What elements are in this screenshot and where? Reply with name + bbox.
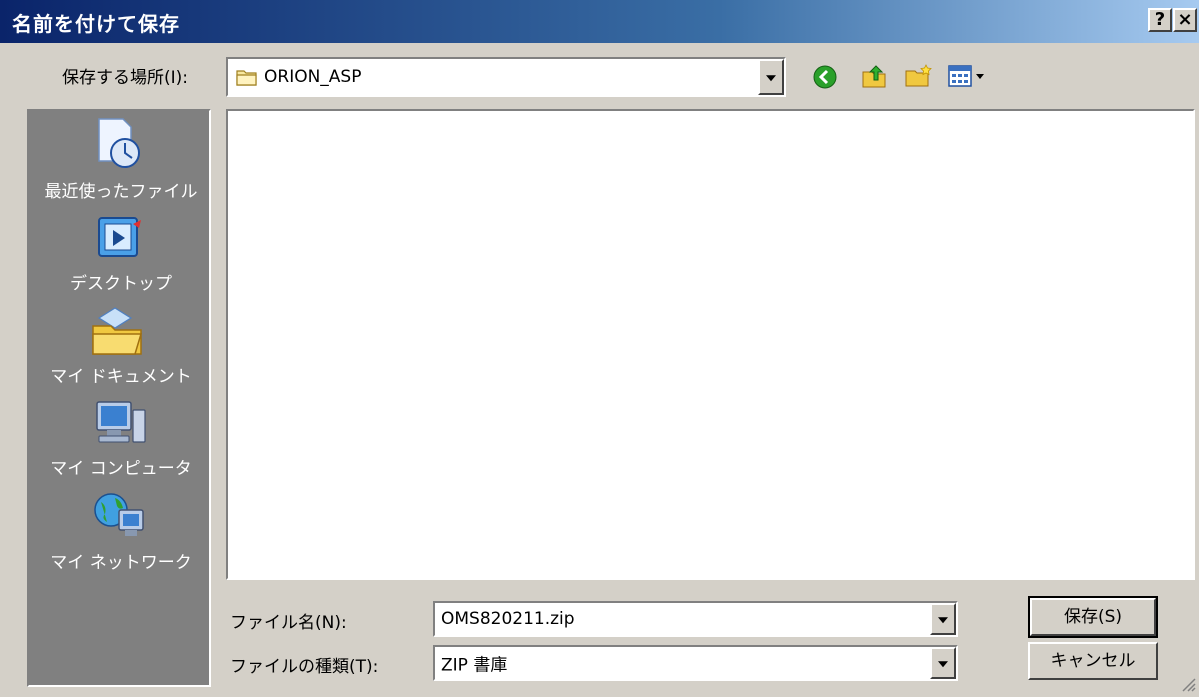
view-menu-icon[interactable] xyxy=(948,64,988,93)
save-button-face: 保存(S) xyxy=(1030,598,1156,636)
new-folder-icon[interactable] xyxy=(904,63,934,94)
filename-input[interactable]: OMS820211.zip xyxy=(441,609,575,629)
filetype-value: ZIP 書庫 xyxy=(441,655,508,676)
filetype-dropdown-button[interactable] xyxy=(930,647,956,679)
close-button[interactable]: × xyxy=(1173,8,1197,32)
filename-label-text: ファイル名(N): xyxy=(230,613,347,633)
location-dropdown-button[interactable] xyxy=(758,59,784,95)
place-label: マイ ネットワーク xyxy=(50,553,192,573)
place-label: デスクトップ xyxy=(70,274,172,294)
place-my-computer[interactable]: マイ コンピュータ xyxy=(29,390,213,482)
place-recent-files[interactable]: 最近使ったファイル xyxy=(29,111,213,206)
my-documents-icon xyxy=(89,304,149,365)
filetype-combo[interactable]: ZIP 書庫 xyxy=(433,645,958,681)
place-my-network[interactable]: マイ ネットワーク xyxy=(29,482,213,574)
places-bar: 最近使ったファイル デスクトップ マイ ドキュメント マイ コンピュータ マイ … xyxy=(27,109,211,687)
save-button[interactable]: 保存(S) xyxy=(1028,596,1158,638)
filetype-label-text: ファイルの種類(T): xyxy=(230,657,379,677)
desktop-icon xyxy=(91,214,147,271)
place-label: マイ コンピュータ xyxy=(50,459,192,479)
filetype-label: ファイルの種類(T): xyxy=(230,652,378,677)
my-computer-icon xyxy=(91,398,151,459)
place-label: 最近使ったファイル xyxy=(44,182,198,202)
back-icon[interactable] xyxy=(812,64,838,95)
location-label: 保存する場所(I): xyxy=(62,68,189,88)
location-combo[interactable]: ORION_ASP xyxy=(226,57,786,97)
file-list[interactable] xyxy=(226,109,1195,580)
cancel-button[interactable]: キャンセル xyxy=(1028,642,1158,680)
location-value: ORION_ASP xyxy=(264,67,362,87)
place-label: マイ ドキュメント xyxy=(50,367,192,387)
help-button[interactable]: ? xyxy=(1148,8,1172,32)
place-my-documents[interactable]: マイ ドキュメント xyxy=(29,298,213,390)
filename-dropdown-button[interactable] xyxy=(930,603,956,635)
recent-files-icon xyxy=(91,115,147,176)
window-title: 名前を付けて保存 xyxy=(12,12,180,36)
folder-icon xyxy=(236,68,258,91)
filename-combo[interactable]: OMS820211.zip xyxy=(433,601,958,637)
up-folder-icon[interactable] xyxy=(860,62,888,95)
place-desktop[interactable]: デスクトップ xyxy=(29,206,213,298)
my-network-icon xyxy=(89,488,149,549)
title-bar: 名前を付けて保存 ? × xyxy=(0,0,1199,43)
filename-label: ファイル名(N): xyxy=(230,608,347,633)
